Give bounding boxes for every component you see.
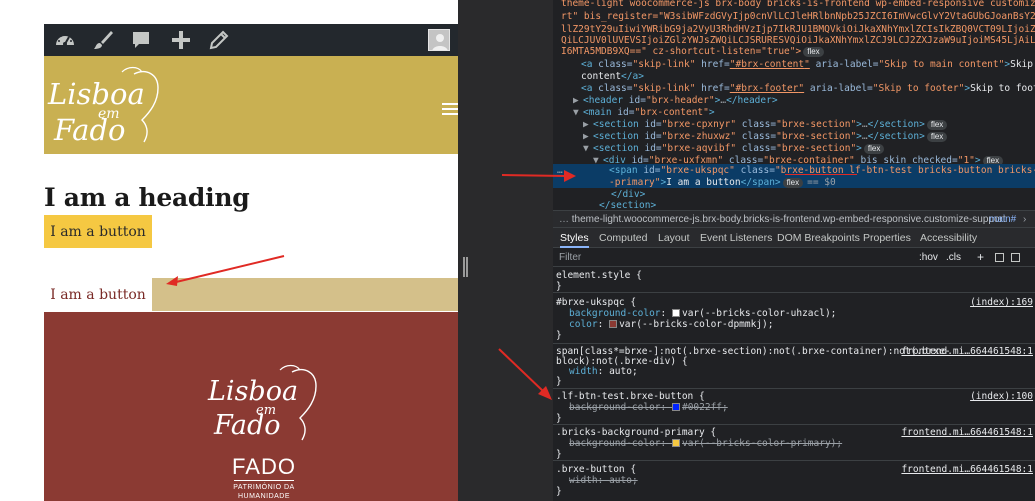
breadcrumb-path[interactable]: theme-light.woocommerce-js.brx-body.bric…	[572, 214, 1006, 225]
dom-breadcrumb: … theme-light.woocommerce-js.brx-body.br…	[553, 210, 1035, 228]
dom-line-body-2: rt" bis_register="W3sibWFzdGVyIjp0cnVlLC…	[561, 11, 1035, 22]
footer-section: Lisboa em Fado FADO PATRIMÓNIO DA HUMANI…	[44, 312, 458, 501]
filter-input[interactable]: Filter	[559, 252, 581, 263]
avatar[interactable]	[428, 29, 450, 51]
site-logo[interactable]: Lisboa em Fado	[46, 60, 166, 150]
new-rule-button[interactable]: +	[977, 250, 984, 264]
styles-rules: element.style { } #brxe-ukspqc { (index)…	[553, 267, 1035, 501]
rule-brxe-button[interactable]: .brxe-button { frontend.mi…664461548:1 w…	[553, 461, 1035, 501]
site-header: Lisboa em Fado	[44, 56, 458, 154]
color-swatch	[609, 320, 618, 328]
dom-line-body-5: I6MTA5MDB9XQ==" cz-shortcut-listen="true…	[561, 45, 824, 58]
rule-element-style[interactable]: element.style { }	[553, 267, 1035, 293]
fado-word: FADO	[232, 454, 296, 479]
dom-line-body-1: theme-light woocommerce-js brx-body bric…	[561, 0, 1035, 9]
builder-toolbar	[44, 24, 458, 56]
dom-line-section-close: </section>	[599, 200, 657, 210]
footer-logo: Lisboa em Fado	[207, 364, 317, 441]
annotation-arrow-rule	[498, 348, 552, 400]
page-heading: I am a heading	[44, 183, 250, 212]
brush-icon[interactable]	[90, 28, 116, 52]
rule-source-link[interactable]: frontend.mi…664461548:1	[901, 464, 1033, 475]
breadcrumb-main[interactable]: main#	[989, 211, 1016, 228]
rule-bricks-background-primary[interactable]: .bricks-background-primary { frontend.mi…	[553, 425, 1035, 461]
elements-dom-tree: theme-light woocommerce-js brx-body bric…	[553, 0, 1035, 210]
rule-span-selector[interactable]: span[class*=brxe-]:not(.brxe-section):no…	[553, 344, 1035, 389]
dom-line-skip-main[interactable]: <a class="skip-link" href="#brx-content"…	[581, 58, 1035, 71]
tab-layout[interactable]: Layout	[658, 228, 690, 248]
fado-sub-2: HUMANIDADE	[237, 493, 291, 500]
fado-heritage-brand: FADO PATRIMÓNIO DA HUMANIDADE	[228, 456, 300, 501]
footer-logo-lisboa: Lisboa	[207, 376, 298, 407]
underline-annotation	[785, 174, 857, 175]
builder-side-rail	[458, 0, 553, 501]
devtools-tabs: Styles Computed Layout Event Listeners D…	[553, 228, 1035, 248]
devtools-panel: theme-light woocommerce-js brx-body bric…	[553, 0, 1035, 501]
annotation-arrow-button	[166, 255, 285, 286]
sidebar-toggle-icon[interactable]	[1011, 253, 1020, 262]
primary-button[interactable]: I am a button	[44, 215, 152, 248]
tab-event-listeners[interactable]: Event Listeners	[700, 228, 772, 248]
dom-line-selected-span[interactable]: … <span id="brxe-ukspqc" class="brxe-but…	[553, 164, 1035, 188]
rule-source-link[interactable]: frontend.mi…664461548:1	[901, 346, 1033, 357]
tab-accessibility[interactable]: Accessibility	[920, 228, 977, 248]
hov-toggle[interactable]: :hov	[919, 252, 938, 263]
color-swatch	[671, 309, 680, 317]
resize-handle[interactable]	[463, 257, 468, 277]
test-button[interactable]: I am a button	[44, 278, 152, 311]
rule-id-selector[interactable]: #brxe-ukspqc { (index):169 background-co…	[553, 293, 1035, 344]
tab-dom-breakpoints[interactable]: DOM Breakpoints	[777, 228, 860, 248]
color-swatch	[671, 403, 680, 411]
breadcrumb-scroll-icon[interactable]: ›	[1023, 211, 1026, 228]
footer-logo-fado: Fado	[213, 410, 281, 441]
rule-source-link[interactable]: (index):169	[970, 297, 1033, 308]
styles-filter-bar: Filter :hov .cls +	[553, 249, 1035, 267]
cls-toggle[interactable]: .cls	[946, 252, 961, 263]
rule-lf-btn-test[interactable]: .lf-btn-test.brxe-button { (index):100 b…	[553, 389, 1035, 425]
plus-icon[interactable]	[168, 28, 194, 52]
rule-source-link[interactable]: frontend.mi…664461548:1	[901, 427, 1033, 438]
computed-styles-icon[interactable]	[995, 253, 1004, 262]
pencil-icon[interactable]	[206, 28, 232, 52]
fado-sub-1: PATRIMÓNIO DA	[233, 484, 295, 491]
tab-properties[interactable]: Properties	[863, 228, 911, 248]
annotation-arrow-dom	[501, 170, 576, 182]
tab-computed[interactable]: Computed	[599, 228, 647, 248]
builder-panel: Lisboa em Fado I am a heading I am a but…	[0, 0, 553, 501]
comment-icon[interactable]	[128, 28, 154, 52]
flex-badge: flex	[803, 47, 824, 57]
logo-lisboa: Lisboa	[47, 77, 145, 111]
logo-fado: Fado	[53, 113, 125, 147]
rule-source-link[interactable]: (index):100	[970, 391, 1033, 402]
hamburger-menu-icon[interactable]	[442, 103, 458, 116]
tab-styles[interactable]: Styles	[560, 228, 589, 248]
dashboard-icon[interactable]	[52, 28, 78, 52]
color-swatch	[671, 439, 680, 447]
